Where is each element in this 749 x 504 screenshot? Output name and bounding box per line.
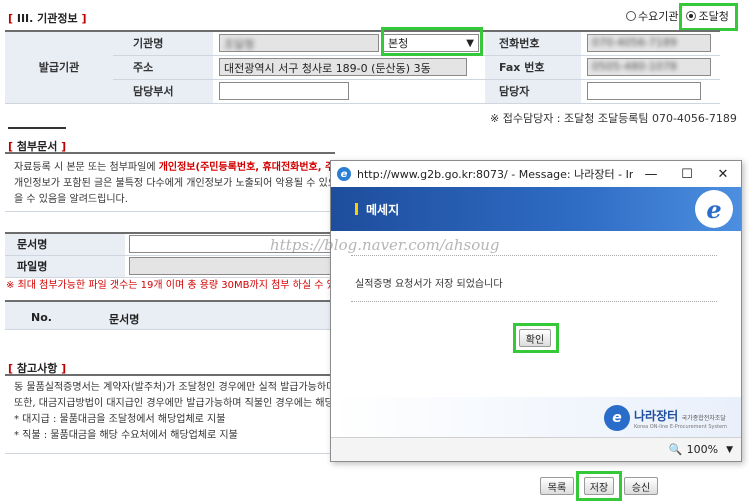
message-popup-window: e http://www.g2b.go.kr:8073/ - Message: … [330, 160, 742, 462]
watermark: https://blog.naver.com/ahsoug [270, 236, 500, 254]
approve-button[interactable]: 승신 [624, 477, 658, 495]
contact-note: ※ 접수담당자 : 조달청 조달등록팀 070-4056-7189 [490, 112, 737, 125]
agency-name-label: 기관명 [113, 31, 213, 56]
agency-branch-select[interactable]: 본청 ▼ [383, 34, 479, 53]
radio-circle-icon [626, 11, 636, 21]
popup-header: 메세지 [366, 202, 400, 217]
address-field[interactable]: 대전광역시 서구 청사로 189-0 (둔산동) 3동 [219, 58, 467, 76]
address-label: 주소 [113, 55, 213, 80]
agency-name-field[interactable]: 조달청 [219, 34, 379, 53]
address-value: 대전광역시 서구 청사로 189-0 (둔산동) 3동 [224, 62, 431, 75]
person-label: 담당자 [485, 79, 581, 104]
chevron-down-icon: ▼ [466, 37, 474, 49]
divider [8, 127, 66, 129]
issuer-group-label: 발급기관 [5, 31, 113, 104]
radio-label: 수요기관 [638, 10, 679, 23]
popup-footer: e 나라장터 국가종합전자조달 Korea ON-line E-Procurem… [331, 397, 741, 437]
logo-name: 나라장터 [633, 408, 679, 423]
radio-demand-agency[interactable]: 수요기관 [626, 8, 678, 24]
phone-field[interactable]: 070-4056-7189 [587, 34, 711, 53]
file-name-label: 파일명 [5, 255, 125, 278]
narajangteo-logo-icon: e [603, 405, 630, 431]
radio-selected-icon [686, 11, 697, 21]
department-input[interactable] [219, 82, 349, 100]
save-button[interactable]: 저장 [584, 477, 614, 495]
close-icon[interactable]: ✕ [705, 167, 741, 182]
zoom-level[interactable]: 100% [687, 443, 718, 456]
minimize-icon[interactable]: — [633, 167, 669, 182]
popup-title: http://www.g2b.go.kr:8073/ - Message: 나라… [357, 168, 633, 181]
radio-pps[interactable]: 조달청 [686, 8, 729, 24]
reference-line3: * 대지급 : 물품대금을 조달청에서 해당업체로 지불 [14, 414, 226, 425]
agency-info-table: 발급기관 기관명 조달청 본청 ▼ 전화번호 070-4056-7189 주소 대… [5, 30, 720, 104]
fax-value: 0505-480-1078 [592, 60, 677, 73]
popup-message: 실적증명 요청서가 저장 되었습니다 [355, 279, 503, 290]
reference-line1: 동 물품실적증명서는 계약자(발주처)가 조달청인 경우에만 실적 발급가능하며 [14, 382, 334, 393]
file-name-input[interactable] [129, 257, 334, 275]
reference-line4: * 직불 : 물품대금을 해당 수요처에서 해당업체로 지불 [14, 430, 238, 441]
col-doc-name: 문서명 [109, 313, 140, 326]
maximize-icon[interactable]: ☐ [669, 167, 705, 182]
section-title-agency-info: [ III. 기관정보 ] [8, 12, 87, 25]
ok-button[interactable]: 확인 [519, 329, 551, 347]
popup-banner: 메세지 e [331, 187, 741, 231]
popup-statusbar: 🔍 100% ▼ [331, 437, 741, 461]
phone-value: 070-4056-7189 [592, 36, 677, 50]
narajangteo-logo-icon: e [695, 190, 733, 228]
fax-label: Fax 번호 [485, 55, 581, 80]
logo-english: Korea ON-line E-Procurement System [633, 423, 727, 430]
popup-titlebar: e http://www.g2b.go.kr:8073/ - Message: … [331, 161, 741, 187]
privacy-notice-line3: 을 수 있음을 알려드립니다. [14, 194, 128, 205]
ie-icon: e [337, 167, 351, 181]
agency-name-value: 조달청 [224, 38, 255, 52]
phone-label: 전화번호 [485, 31, 581, 56]
department-label: 담당부서 [113, 79, 213, 104]
col-no: No. [31, 311, 52, 324]
list-button[interactable]: 목록 [540, 477, 574, 495]
divider [351, 255, 717, 256]
privacy-notice-line1: 자료등록 시 본문 또는 첨부파일에 개인정보(주민등록번호, 휴대전화번호, … [14, 162, 334, 173]
fax-field[interactable]: 0505-480-1078 [587, 58, 711, 76]
agency-branch-value: 본청 [388, 37, 409, 51]
footer-logo: e 나라장터 국가종합전자조달 Korea ON-line E-Procurem… [603, 405, 727, 431]
privacy-notice-line2: 개인정보가 포함된 글은 불특정 다수에게 개인정보가 노출되어 악용될 수 있… [14, 178, 334, 189]
divider [351, 301, 717, 302]
reference-line2: 또한, 대금지급방법이 대지급인 경우에만 발급가능하며 직불인 경우에는 해당 [14, 398, 334, 409]
zoom-icon: 🔍 [668, 443, 683, 456]
attachment-limit-note: ※ 최대 첨부가능한 파일 갯수는 19개 이며 총 용량 30MB까지 첨부 … [6, 280, 334, 291]
person-input[interactable] [587, 82, 701, 100]
doc-name-label: 문서명 [5, 233, 125, 256]
logo-subtitle: 국가종합전자조달 [681, 414, 726, 422]
issuer-radio-group: 수요기관 조달청 [626, 8, 733, 24]
radio-label: 조달청 [698, 10, 729, 23]
attachment-list-header: No. 문서명 [5, 300, 335, 330]
banner-bullet [355, 203, 358, 215]
chevron-down-icon[interactable]: ▼ [726, 445, 733, 455]
